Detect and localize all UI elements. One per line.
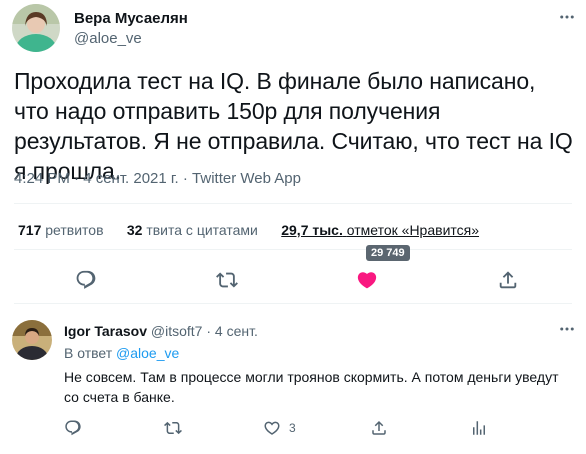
likes-stat[interactable]: 29,7 тыс. отметок «Нравится» [281,222,479,238]
quotes-stat[interactable]: 32 твита с цитатами [127,222,262,238]
retweet-button[interactable] [216,269,238,291]
reply-to-handle[interactable]: @aloe_ve [116,345,179,361]
divider [14,249,572,250]
tweet-stats: 717 ретвитов 32 твита с цитатами 29,7 ты… [18,222,479,238]
share-button[interactable] [497,269,519,291]
retweets-label: ретвитов [45,222,104,238]
like-outline-icon [264,421,280,435]
reply-share-button[interactable] [370,419,388,437]
share-icon [499,271,517,289]
quotes-label: твита с цитатами [146,222,258,238]
reply-analytics-button[interactable] [470,419,488,437]
reply-author-avatar[interactable] [12,320,52,360]
reply-author-handle[interactable]: @itsoft7 [151,323,203,339]
tweet-meta[interactable]: 4:24 PM · 4 сент. 2021 г. · Twitter Web … [14,170,301,187]
analytics-icon [473,421,485,435]
reply-icon [76,270,96,289]
author-name[interactable]: Вера Мусаелян [74,10,188,27]
author-avatar[interactable] [12,4,60,52]
more-options-icon[interactable] [558,320,576,338]
retweets-count: 717 [18,222,42,238]
reply-header: Igor Tarasov @itsoft7 · 4 сент. [64,323,258,339]
retweet-icon [164,421,182,435]
reply-author-name[interactable]: Igor Tarasov [64,323,147,339]
quotes-count: 32 [126,222,143,238]
reply-text: Не совсем. Там в процессе могли троянов … [64,369,559,405]
reply-reply-button[interactable] [64,419,82,437]
reply-to-label: В ответ [64,345,113,361]
reply-date[interactable]: 4 сент. [215,323,258,339]
reply-icon [65,420,81,436]
more-options-icon[interactable] [558,8,576,26]
retweet-icon [216,272,238,288]
reply-to-line: В ответ @aloe_ve [64,345,179,361]
author-handle[interactable]: @aloe_ve [74,30,142,47]
likes-label: отметок «Нравится» [346,222,480,238]
likes-tooltip: 29 749 [366,245,410,261]
share-icon [372,420,386,435]
reply-retweet-button[interactable] [164,419,182,437]
reply-likes-count: 3 [289,421,296,435]
separator-dot: · [206,323,212,339]
reply-like-button[interactable]: 3 [263,419,296,437]
likes-count: 29,7 тыс. [281,222,343,238]
like-icon [357,272,377,289]
divider [14,303,572,304]
like-button[interactable] [356,269,378,291]
divider [14,203,572,204]
retweets-stat[interactable]: 717 ретвитов [18,222,107,238]
tweet-text: Проходила тест на IQ. В финале было напи… [14,68,573,184]
reply-button[interactable] [75,269,97,291]
